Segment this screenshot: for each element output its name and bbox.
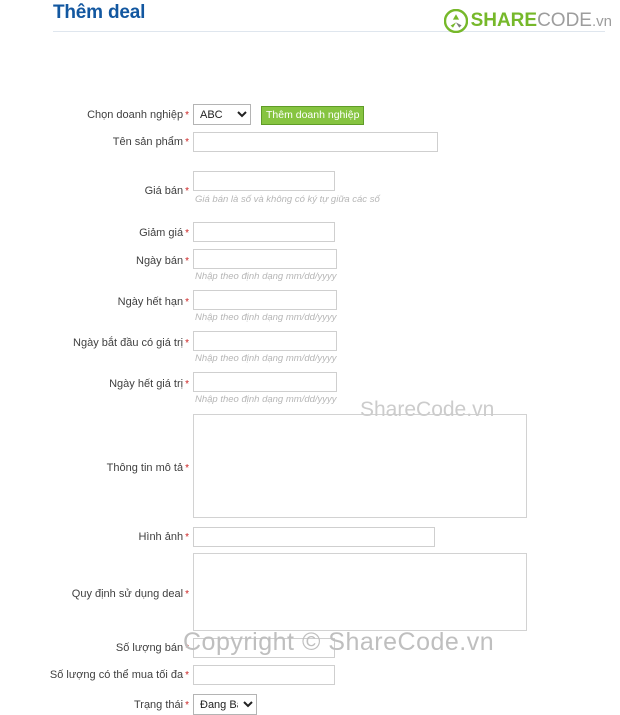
expiry-date-input[interactable] — [193, 290, 337, 310]
label-image-text: Hình ảnh — [138, 531, 184, 543]
product-name-input[interactable] — [193, 132, 438, 152]
label-price-text: Giá bán — [144, 185, 184, 197]
required-marker: * — [185, 700, 189, 711]
expiry-date-hint: Nhập theo định dạng mm/dd/yyyy — [195, 312, 337, 323]
label-status-text: Trạng thái — [133, 699, 184, 711]
label-product-name: Tên sản phẩm * — [113, 136, 189, 149]
label-discount-text: Giảm giá — [139, 227, 184, 239]
label-valid-to-text: Ngày hết giá trị — [109, 378, 184, 390]
label-status: Trạng thái * — [134, 699, 189, 712]
required-marker: * — [185, 463, 189, 474]
label-company: Chọn doanh nghiệp * — [87, 109, 189, 122]
label-expiry-date: Ngày hết hạn * — [118, 296, 189, 309]
logo-wordmark: SHARECODE.vn — [470, 9, 612, 32]
required-marker: * — [185, 589, 189, 600]
label-company-text: Chọn doanh nghiệp — [87, 109, 184, 121]
label-image: Hình ảnh * — [138, 531, 189, 544]
label-valid-to: Ngày hết giá trị * — [109, 378, 189, 391]
label-sale-date: Ngày bán * — [136, 255, 189, 268]
label-valid-from: Ngày bắt đầu có giá trị * — [73, 337, 189, 350]
required-marker: * — [185, 338, 189, 349]
label-product-name-text: Tên sản phẩm — [112, 136, 184, 148]
required-marker: * — [185, 228, 189, 239]
valid-from-hint: Nhập theo định dạng mm/dd/yyyy — [195, 353, 337, 364]
description-textarea[interactable] — [193, 414, 527, 518]
valid-from-input[interactable] — [193, 331, 337, 351]
page-header: Thêm deal SHARECODE.vn — [0, 0, 620, 46]
label-terms-text: Quy định sử dụng deal — [71, 588, 184, 600]
required-marker: * — [185, 379, 189, 390]
logo-text-share: SHARE — [470, 9, 538, 31]
terms-textarea[interactable] — [193, 553, 527, 631]
sharecode-logo: SHARECODE.vn — [443, 8, 612, 34]
required-marker: * — [185, 137, 189, 148]
company-select[interactable]: ABC — [193, 104, 251, 125]
image-input[interactable] — [193, 527, 435, 547]
required-marker: * — [185, 670, 189, 681]
label-quantity: Số lượng bán * — [116, 642, 189, 655]
label-description: Thông tin mô tả * — [107, 462, 189, 475]
label-sale-date-text: Ngày bán — [136, 255, 184, 267]
label-expiry-date-text: Ngày hết hạn — [117, 296, 184, 308]
required-marker: * — [185, 643, 189, 654]
sale-date-input[interactable] — [193, 249, 337, 269]
label-description-text: Thông tin mô tả — [106, 462, 184, 474]
logo-text-code: CODE — [537, 9, 592, 31]
required-marker: * — [185, 532, 189, 543]
company-field-group: ABC Thêm doanh nghiệp — [193, 104, 365, 125]
page-title: Thêm deal — [53, 2, 146, 23]
label-max-per-buyer-text: Số lượng có thể mua tối đa — [49, 669, 184, 681]
label-max-per-buyer: Số lượng có thể mua tối đa * — [50, 669, 189, 682]
required-marker: * — [185, 256, 189, 267]
label-discount: Giảm giá * — [139, 227, 189, 240]
max-per-buyer-input[interactable] — [193, 665, 335, 685]
required-marker: * — [185, 110, 189, 121]
quantity-input[interactable] — [193, 638, 335, 658]
label-valid-from-text: Ngày bắt đầu có giá trị — [73, 337, 184, 349]
required-marker: * — [185, 297, 189, 308]
add-company-button[interactable]: Thêm doanh nghiệp — [261, 106, 365, 125]
sale-date-hint: Nhập theo định dạng mm/dd/yyyy — [195, 271, 337, 282]
label-terms: Quy định sử dụng deal * — [72, 588, 189, 601]
price-input[interactable] — [193, 171, 335, 191]
label-quantity-text: Số lượng bán — [115, 642, 184, 654]
recycle-logo-icon — [443, 8, 468, 34]
label-price: Giá bán * — [145, 185, 189, 198]
valid-to-hint: Nhập theo định dạng mm/dd/yyyy — [195, 394, 337, 405]
price-hint: Giá bán là số và không có ký tự giữa các… — [195, 194, 380, 205]
required-marker: * — [185, 186, 189, 197]
valid-to-input[interactable] — [193, 372, 337, 392]
logo-text-vn: .vn — [591, 12, 612, 30]
status-select[interactable]: Đang Bán — [193, 694, 257, 715]
discount-input[interactable] — [193, 222, 335, 242]
